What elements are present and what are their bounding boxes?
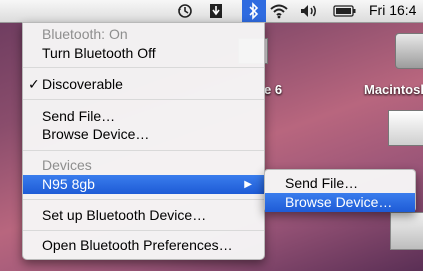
- device-submenu: Send File… Browse Device…: [264, 169, 416, 212]
- menu-separator: [23, 150, 264, 151]
- wifi-icon[interactable]: [268, 2, 290, 20]
- menu-separator: [23, 67, 264, 68]
- submenu-browse-device-label: Browse Device…: [285, 194, 393, 210]
- bluetooth-menu: Bluetooth: On Turn Bluetooth Off ✓ Disco…: [22, 22, 265, 260]
- turn-bluetooth-off-label: Turn Bluetooth Off: [42, 45, 156, 61]
- devices-header-label: Devices: [42, 157, 92, 173]
- battery-icon[interactable]: [332, 2, 358, 20]
- open-bluetooth-preferences-item[interactable]: Open Bluetooth Preferences…: [23, 236, 264, 255]
- bluetooth-status-label: Bluetooth: On: [42, 26, 128, 42]
- devices-header: Devices: [23, 156, 264, 175]
- script-icon[interactable]: [207, 2, 225, 20]
- discoverable-item[interactable]: ✓ Discoverable: [23, 75, 264, 94]
- menubar-clock[interactable]: Fri 16:4: [369, 2, 416, 18]
- desktop-item-label[interactable]: e 6: [264, 82, 282, 97]
- turn-bluetooth-off-item[interactable]: Turn Bluetooth Off: [23, 44, 264, 63]
- submenu-send-file-label: Send File…: [285, 175, 359, 191]
- submenu-arrow-icon: ▶: [244, 179, 252, 190]
- menu-bar: Fri 16:4: [0, 0, 423, 23]
- browse-device-item[interactable]: Browse Device…: [23, 125, 264, 144]
- menu-separator: [23, 230, 264, 231]
- desktop-window-thumbnail[interactable]: [388, 110, 423, 146]
- open-bluetooth-preferences-label: Open Bluetooth Preferences…: [42, 237, 233, 253]
- checkmark-icon: ✓: [28, 76, 40, 92]
- volume-icon[interactable]: [298, 2, 320, 20]
- submenu-send-file-item[interactable]: Send File…: [265, 174, 415, 193]
- bluetooth-icon[interactable]: [246, 2, 262, 20]
- discoverable-label: Discoverable: [42, 76, 123, 92]
- menu-separator: [23, 99, 264, 100]
- browse-device-label: Browse Device…: [42, 126, 150, 142]
- setup-bluetooth-device-item[interactable]: Set up Bluetooth Device…: [23, 206, 264, 225]
- send-file-item[interactable]: Send File…: [23, 107, 264, 126]
- submenu-browse-device-item[interactable]: Browse Device…: [265, 193, 415, 212]
- device-n95-item[interactable]: N95 8gb ▶: [23, 175, 264, 194]
- bluetooth-status: Bluetooth: On: [23, 25, 264, 44]
- menu-separator: [23, 199, 264, 200]
- hard-drive-icon[interactable]: [395, 33, 423, 69]
- desktop-document-thumbnail[interactable]: [390, 212, 423, 250]
- setup-bluetooth-device-label: Set up Bluetooth Device…: [42, 207, 207, 223]
- device-name-label: N95 8gb: [42, 176, 95, 192]
- send-file-label: Send File…: [42, 108, 116, 124]
- hard-drive-label[interactable]: Macintosh: [364, 82, 423, 97]
- time-machine-icon[interactable]: [176, 2, 194, 20]
